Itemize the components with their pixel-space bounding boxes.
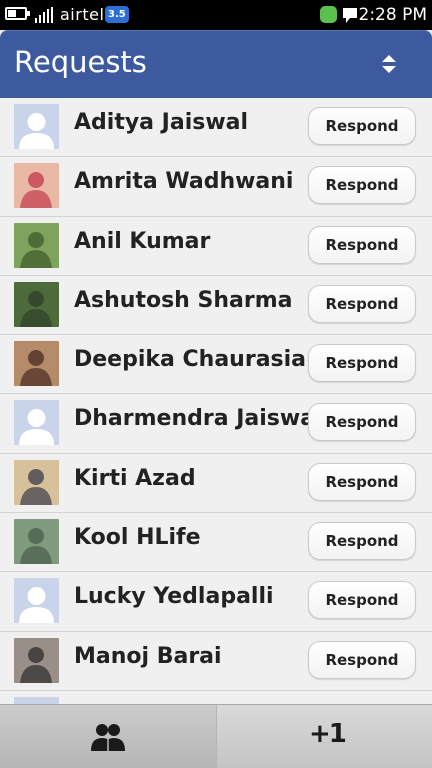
avatar[interactable] bbox=[14, 341, 59, 387]
avatar-placeholder-icon bbox=[14, 400, 59, 446]
respond-button[interactable]: Respond bbox=[308, 166, 416, 205]
clock: 2:28 PM bbox=[358, 5, 428, 25]
request-name[interactable]: Anil Kumar bbox=[74, 229, 210, 254]
respond-button[interactable]: Respond bbox=[308, 522, 416, 561]
avatar[interactable] bbox=[14, 104, 59, 149]
avatar-photo bbox=[14, 281, 59, 327]
tab-suggestions[interactable]: +1 bbox=[216, 705, 432, 768]
bottom-toolbar: +1 bbox=[0, 704, 432, 768]
request-row[interactable] bbox=[0, 690, 432, 704]
sort-updown-icon[interactable] bbox=[378, 53, 400, 75]
respond-button[interactable]: Respond bbox=[308, 284, 416, 323]
request-name[interactable]: Kool HLife bbox=[74, 525, 201, 550]
status-bar: airtel 3.5 2:28 PM bbox=[0, 0, 432, 30]
respond-button[interactable]: Respond bbox=[308, 403, 416, 442]
respond-button[interactable]: Respond bbox=[308, 107, 416, 145]
avatar[interactable] bbox=[14, 519, 59, 565]
avatar-placeholder-icon bbox=[14, 696, 59, 704]
avatar[interactable] bbox=[14, 281, 59, 327]
request-name[interactable]: Amrita Wadhwani bbox=[74, 169, 293, 194]
respond-button[interactable]: Respond bbox=[308, 344, 416, 383]
request-row[interactable]: Kool HLife Respond bbox=[0, 513, 432, 573]
request-row[interactable]: Manoj Barai Respond bbox=[0, 631, 432, 691]
avatar-photo bbox=[14, 341, 59, 387]
network-type-badge: 3.5 bbox=[105, 6, 129, 23]
avatar-placeholder-icon bbox=[14, 104, 59, 149]
avatar-photo bbox=[14, 222, 59, 268]
avatar-photo bbox=[14, 163, 59, 209]
plus-one-label: +1 bbox=[309, 719, 347, 749]
header-bar: Requests bbox=[0, 30, 432, 98]
avatar[interactable] bbox=[14, 696, 59, 704]
avatar-photo bbox=[14, 519, 59, 565]
request-name[interactable]: Aditya Jaiswal bbox=[74, 110, 248, 135]
page-title: Requests bbox=[14, 45, 147, 79]
respond-button[interactable]: Respond bbox=[308, 581, 416, 620]
request-name[interactable]: Ashutosh Sharma bbox=[74, 288, 292, 313]
avatar[interactable] bbox=[14, 459, 59, 505]
request-row[interactable]: Ashutosh Sharma Respond bbox=[0, 275, 432, 336]
requests-list[interactable]: Aditya Jaiswal Respond Amrita Wadhwani Resp… bbox=[0, 98, 432, 704]
signal-icon bbox=[35, 7, 57, 23]
avatar[interactable] bbox=[14, 400, 59, 446]
request-row[interactable]: Amrita Wadhwani Respond bbox=[0, 157, 432, 217]
friends-icon bbox=[91, 724, 125, 751]
request-row[interactable]: Aditya Jaiswal Respond bbox=[0, 98, 432, 158]
chat-icon bbox=[343, 8, 357, 23]
request-name[interactable]: Dharmendra Jaiswal bbox=[74, 406, 323, 431]
respond-button[interactable]: Respond bbox=[308, 225, 416, 264]
request-row[interactable]: Anil Kumar Respond bbox=[0, 216, 432, 276]
app-notification-icon bbox=[320, 6, 337, 23]
battery-icon bbox=[5, 7, 30, 20]
request-row[interactable]: Kirti Azad Respond bbox=[0, 453, 432, 514]
respond-button[interactable]: Respond bbox=[308, 640, 416, 679]
avatar[interactable] bbox=[14, 222, 59, 268]
avatar-placeholder-icon bbox=[14, 578, 59, 624]
avatar-photo bbox=[14, 459, 59, 505]
request-row[interactable]: Deepika Chaurasia Respond bbox=[0, 335, 432, 395]
request-row[interactable]: Lucky Yedlapalli Respond bbox=[0, 572, 432, 632]
request-row[interactable]: Dharmendra Jaiswal Respond bbox=[0, 394, 432, 454]
avatar[interactable] bbox=[14, 578, 59, 624]
respond-button[interactable]: Respond bbox=[308, 462, 416, 501]
request-name[interactable]: Kirti Azad bbox=[74, 466, 196, 491]
request-name[interactable]: Lucky Yedlapalli bbox=[74, 584, 274, 609]
avatar[interactable] bbox=[14, 163, 59, 209]
avatar[interactable] bbox=[14, 637, 59, 683]
carrier-label: airtel bbox=[60, 5, 105, 24]
avatar-photo bbox=[14, 637, 59, 683]
tab-requests[interactable] bbox=[0, 705, 216, 768]
request-name[interactable]: Deepika Chaurasia bbox=[74, 347, 306, 372]
request-name[interactable]: Manoj Barai bbox=[74, 644, 222, 669]
